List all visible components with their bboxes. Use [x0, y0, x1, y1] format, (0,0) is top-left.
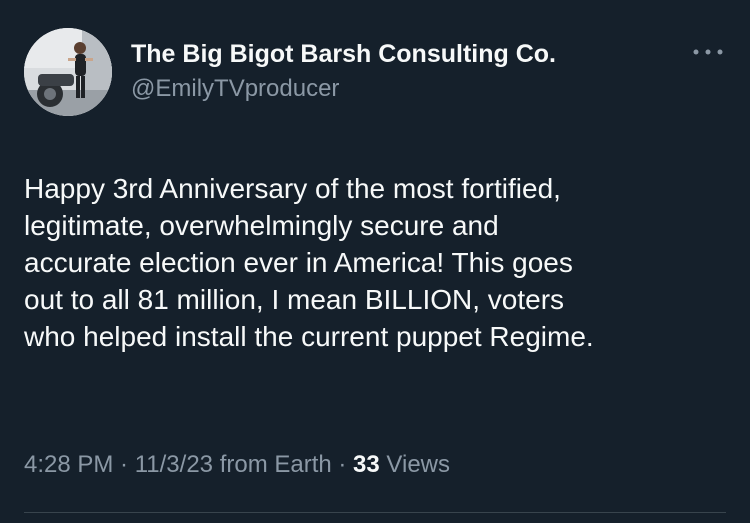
user-handle[interactable]: @EmilyTVproducer	[131, 74, 556, 104]
tweet-text-line: accurate election ever in America! This …	[24, 247, 573, 278]
separator: ·	[331, 451, 354, 478]
tweet-text-line: Happy 3rd Anniversary of the most fortif…	[24, 173, 561, 204]
tweet-card: The Big Bigot Barsh Consulting Co. @Emil…	[0, 0, 750, 523]
tweet-time[interactable]: 4:28 PM	[24, 451, 113, 478]
separator: ·	[113, 451, 135, 478]
views-label[interactable]: Views	[386, 451, 450, 478]
views-count[interactable]: 33	[353, 451, 380, 478]
avatar[interactable]	[24, 28, 112, 116]
more-options-icon[interactable]	[690, 42, 726, 62]
tweet-text-line: who helped install the current puppet Re…	[24, 321, 594, 352]
display-name[interactable]: The Big Bigot Barsh Consulting Co.	[131, 38, 556, 70]
tweet-text-line: legitimate, overwhelmingly secure and	[24, 210, 499, 241]
avatar-photo	[24, 28, 112, 116]
tweet-text-line: out to all 81 million, I mean BILLION, v…	[24, 284, 565, 315]
author-info[interactable]: The Big Bigot Barsh Consulting Co. @Emil…	[131, 38, 556, 104]
tweet-metadata: 4:28 PM · 11/3/23 from Earth · 33 Views	[24, 449, 450, 481]
tweet-text: Happy 3rd Anniversary of the most fortif…	[24, 170, 730, 355]
tweet-date[interactable]: 11/3/23	[135, 451, 213, 478]
divider	[24, 512, 726, 513]
tweet-source: from Earth	[219, 451, 332, 478]
